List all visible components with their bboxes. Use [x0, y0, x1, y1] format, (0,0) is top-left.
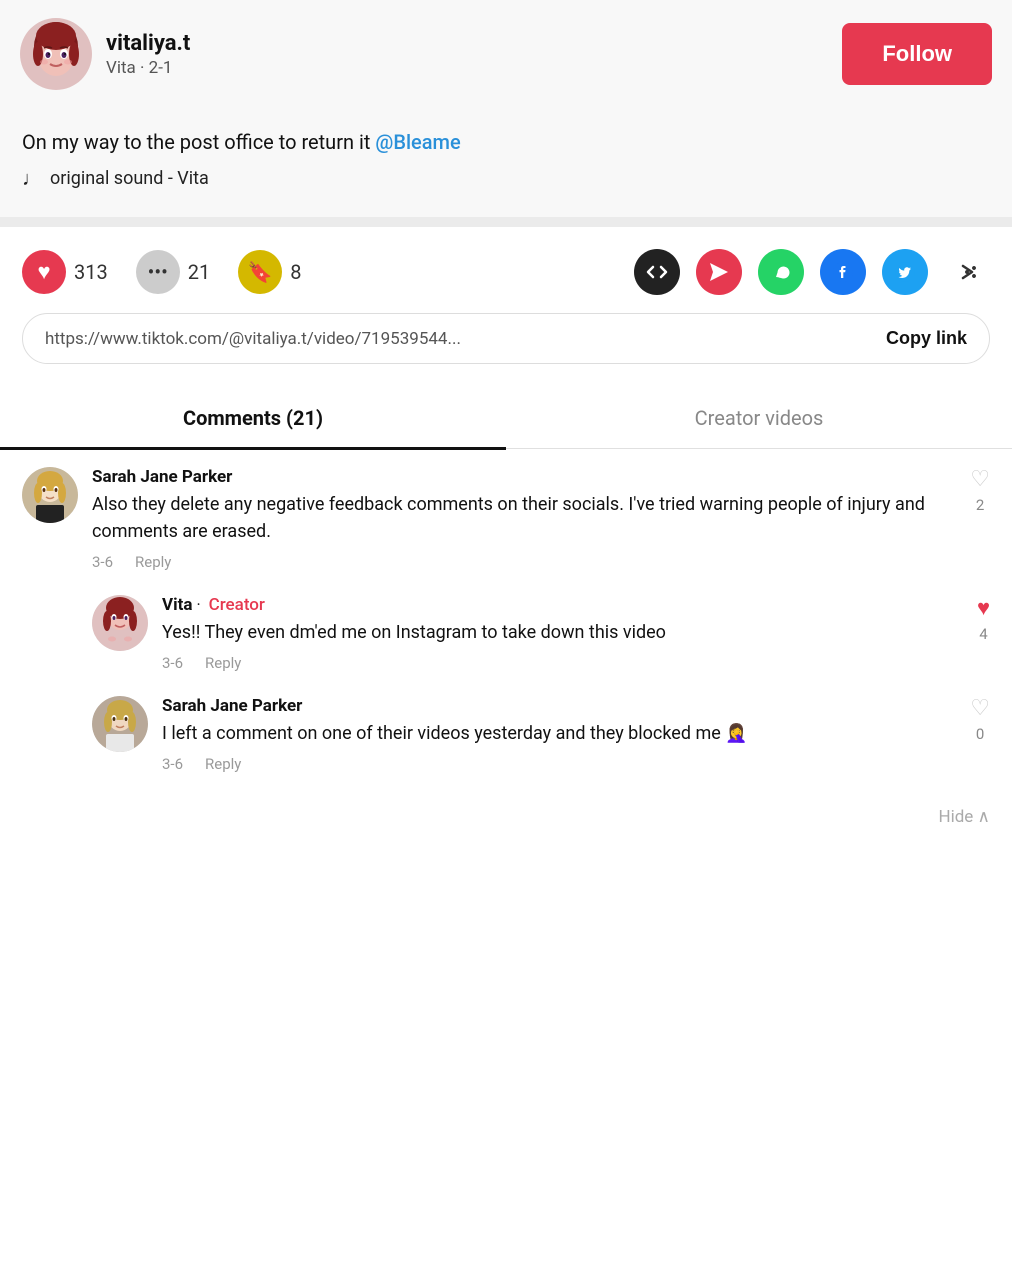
- bookmark-icon[interactable]: 🔖: [238, 250, 282, 294]
- comment-author-creator: Vita · Creator: [162, 595, 963, 615]
- creator-username[interactable]: vitaliya.t: [106, 31, 828, 56]
- creator-header: vitaliya.t Vita · 2-1 Follow: [0, 0, 1012, 108]
- comment-meta: 3-6 Reply: [162, 654, 963, 672]
- hide-label: Hide: [938, 807, 973, 827]
- section-divider: [0, 217, 1012, 227]
- creator-subtitle: Vita · 2-1: [106, 58, 828, 78]
- reply-button[interactable]: Reply: [135, 553, 171, 571]
- follow-button[interactable]: Follow: [842, 23, 992, 85]
- music-icon: ♩: [22, 166, 42, 191]
- comment-avatar[interactable]: [22, 467, 78, 523]
- comment-author: Sarah Jane Parker: [92, 467, 956, 487]
- tab-comments[interactable]: Comments (21): [0, 388, 506, 448]
- comment-like-col: ♥ 4: [977, 595, 990, 672]
- tab-creator-videos[interactable]: Creator videos: [506, 388, 1012, 448]
- comment-like-count: 2: [976, 496, 984, 514]
- comment-like-col: ♡ 0: [970, 696, 990, 773]
- url-bar: https://www.tiktok.com/@vitaliya.t/video…: [22, 313, 990, 364]
- comment-body: Sarah Jane Parker Also they delete any n…: [92, 467, 956, 571]
- comment-like-count: 0: [976, 725, 984, 743]
- hide-chevron-icon: ∧: [978, 807, 990, 827]
- url-text: https://www.tiktok.com/@vitaliya.t/video…: [45, 329, 461, 349]
- comment-text-creator: Yes!! They even dm'ed me on Instagram to…: [162, 619, 963, 646]
- reply-button[interactable]: Reply: [205, 654, 241, 672]
- hide-row[interactable]: Hide ∧: [0, 797, 1012, 847]
- url-section: https://www.tiktok.com/@vitaliya.t/video…: [0, 313, 1012, 384]
- like-action[interactable]: ♥ 313: [22, 250, 108, 294]
- comment-author-3: Sarah Jane Parker: [162, 696, 956, 716]
- comment-meta: 3-6 Reply: [92, 553, 956, 571]
- sound-label[interactable]: original sound - Vita: [50, 168, 209, 189]
- facebook-icon[interactable]: [820, 249, 866, 295]
- heart-icon[interactable]: ♥: [22, 250, 66, 294]
- comment-avatar-creator[interactable]: [92, 595, 148, 651]
- comment-like-col: ♡ 2: [970, 467, 990, 571]
- comment-item: Sarah Jane Parker Also they delete any n…: [22, 467, 990, 571]
- comment-meta: 3-6 Reply: [162, 755, 956, 773]
- like-heart-icon[interactable]: ♡: [970, 467, 990, 492]
- share-icons: [634, 249, 990, 295]
- tabs-row: Comments (21) Creator videos: [0, 388, 1012, 449]
- embed-icon[interactable]: [634, 249, 680, 295]
- comment-body: Sarah Jane Parker I left a comment on on…: [162, 696, 956, 773]
- share-more-icon[interactable]: [944, 249, 990, 295]
- caption-section: On my way to the post office to return i…: [0, 108, 1012, 217]
- comment-item: Vita · Creator Yes!! They even dm'ed me …: [92, 595, 990, 672]
- comment-icon[interactable]: •••: [136, 250, 180, 294]
- whatsapp-icon[interactable]: [758, 249, 804, 295]
- like-heart-icon[interactable]: ♡: [970, 696, 990, 721]
- like-heart-icon-liked[interactable]: ♥: [977, 595, 990, 621]
- direct-message-icon[interactable]: [696, 249, 742, 295]
- copy-link-button[interactable]: Copy link: [886, 328, 967, 349]
- comment-date: 3-6: [92, 553, 113, 571]
- comment-like-count: 4: [979, 625, 987, 643]
- caption-main: On my way to the post office to return i…: [22, 130, 370, 154]
- comment-item: Sarah Jane Parker I left a comment on on…: [92, 696, 990, 773]
- comment-text: Also they delete any negative feedback c…: [92, 491, 956, 545]
- bookmark-count: 8: [290, 260, 301, 284]
- comment-avatar-2[interactable]: [92, 696, 148, 752]
- comments-section: Sarah Jane Parker Also they delete any n…: [0, 449, 1012, 773]
- bookmark-action[interactable]: 🔖 8: [238, 250, 301, 294]
- creator-avatar[interactable]: [20, 18, 92, 90]
- comment-date: 3-6: [162, 654, 183, 672]
- like-count: 313: [74, 260, 108, 284]
- comment-action[interactable]: ••• 21: [136, 250, 210, 294]
- actions-section: ♥ 313 ••• 21 🔖 8: [0, 227, 1012, 313]
- twitter-icon[interactable]: [882, 249, 928, 295]
- replies-thread: Vita · Creator Yes!! They even dm'ed me …: [92, 595, 990, 773]
- reply-button[interactable]: Reply: [205, 755, 241, 773]
- comment-text-3: I left a comment on one of their videos …: [162, 720, 956, 747]
- sound-row: ♩ original sound - Vita: [22, 166, 990, 209]
- comment-count: 21: [188, 260, 210, 284]
- comment-date: 3-6: [162, 755, 183, 773]
- caption-text: On my way to the post office to return i…: [22, 128, 990, 156]
- comment-body: Vita · Creator Yes!! They even dm'ed me …: [162, 595, 963, 672]
- creator-info: vitaliya.t Vita · 2-1: [106, 31, 828, 78]
- caption-mention[interactable]: @Bleame: [375, 130, 460, 154]
